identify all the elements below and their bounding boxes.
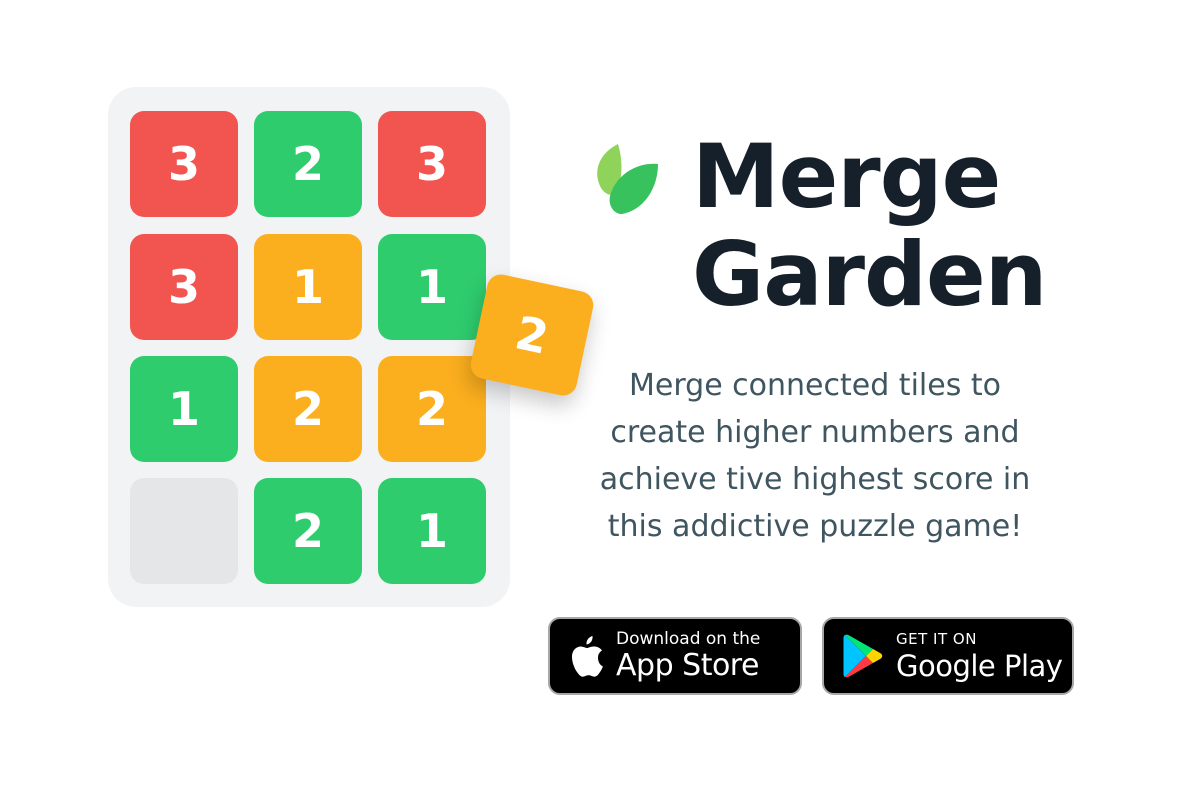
- tile-r3-c0-empty[interactable]: [130, 478, 238, 584]
- tile-r2-c1[interactable]: 2: [254, 356, 362, 462]
- app-store-button[interactable]: Download on the App Store: [548, 617, 802, 695]
- title-line-2: Garden: [692, 223, 1047, 326]
- tile-r3-c2[interactable]: 1: [378, 478, 486, 584]
- game-description: Merge connected tiles to create higher n…: [599, 368, 1031, 544]
- tile-r3-c1[interactable]: 2: [254, 478, 362, 584]
- tile-r1-c1[interactable]: 1: [254, 234, 362, 340]
- tile-r2-c0[interactable]: 1: [130, 356, 238, 462]
- title-line-1: Merge: [692, 125, 1001, 228]
- google-play-text: GET IT ON Google Play: [896, 629, 1063, 683]
- google-play-icon: [843, 634, 883, 678]
- game-board: 3 2 3 3 1 1 1 2 2 2 1: [108, 87, 510, 607]
- dragged-tile[interactable]: 2: [468, 271, 596, 399]
- app-store-large-label: App Store: [616, 648, 759, 683]
- app-store-text: Download on the App Store: [616, 629, 760, 683]
- tile-r0-c1[interactable]: 2: [254, 111, 362, 217]
- tile-r0-c2[interactable]: 3: [378, 111, 486, 217]
- google-play-large-label: Google Play: [896, 649, 1063, 683]
- leaf-icon: [597, 144, 658, 214]
- tile-r2-c2[interactable]: 2: [378, 356, 486, 462]
- tile-r1-c0[interactable]: 3: [130, 234, 238, 340]
- google-play-small-label: GET IT ON: [896, 630, 977, 648]
- apple-icon: [572, 636, 603, 677]
- google-play-button[interactable]: GET IT ON Google Play: [822, 617, 1074, 695]
- app-store-small-label: Download on the: [616, 629, 761, 649]
- tile-r0-c0[interactable]: 3: [130, 111, 238, 217]
- promo-page: 3 2 3 3 1 1 1 2 2 2 1 2 Merge Garden Mer…: [0, 0, 1200, 800]
- tile-r1-c2[interactable]: 1: [378, 234, 486, 340]
- game-title: Merge Garden: [692, 125, 1047, 326]
